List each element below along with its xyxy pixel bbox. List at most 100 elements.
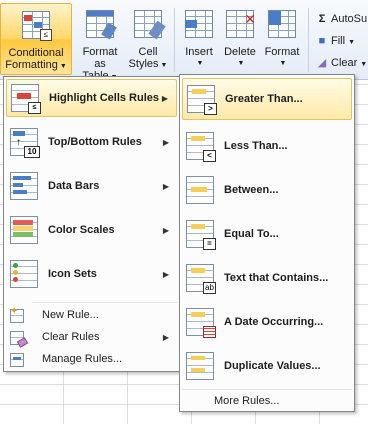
delete-button[interactable]: ✕ Delete ▼ [220, 3, 260, 75]
cell-styles-button[interactable]: Cell Styles ▼ [126, 3, 170, 75]
delete-label-row: Delete [220, 46, 260, 58]
menu-divider [32, 302, 177, 303]
menu-item-label: Highlight Cells Rules [49, 92, 160, 104]
fill-button[interactable]: ■ Fill ▼ [316, 32, 355, 50]
menu-item-label: Clear Rules [42, 331, 100, 343]
format-as-table-icon [84, 8, 117, 40]
highlight-cells-rules-icon: ≤ [11, 84, 41, 114]
between-icon [186, 176, 214, 204]
chevron-right-icon: ▶ [162, 269, 169, 279]
data-bars-icon [10, 172, 38, 200]
chevron-down-icon: ▼ [196, 60, 204, 67]
menu-item-label: Manage Rules... [42, 353, 123, 365]
menu-item-top-bottom-rules[interactable]: ↑ 10 Top/Bottom Rules ▶ [6, 123, 177, 161]
chevron-right-icon: ▶ [162, 137, 169, 147]
autosum-icon: Σ [318, 13, 326, 25]
chevron-down-icon: ▼ [348, 39, 355, 46]
conditional-formatting-icon: ≤ [20, 9, 52, 41]
cell-styles-label-2-row: Styles ▼ [126, 58, 170, 72]
menu-item-label: Between... [224, 184, 279, 196]
menu-item-date-occurring[interactable]: A Date Occurring... [182, 301, 352, 343]
format-as-table-label-1: Format [82, 46, 118, 58]
menu-item-label: Data Bars [48, 180, 100, 192]
conditional-formatting-button[interactable]: ≤ Conditional Formatting ▼ [0, 3, 72, 75]
insert-label: Insert [185, 46, 213, 58]
fill-label: Fill [331, 35, 346, 47]
conditional-formatting-label-1: Conditional [8, 47, 64, 59]
chevron-down-icon: ▼ [279, 60, 287, 67]
chevron-down-icon: ▼ [237, 60, 245, 67]
menu-item-clear-rules[interactable]: Clear Rules ▶ [6, 327, 177, 348]
menu-item-color-scales[interactable]: Color Scales ▶ [6, 211, 177, 249]
insert-button[interactable]: Insert ▼ [178, 3, 220, 75]
ribbon-group-divider [174, 8, 175, 72]
menu-item-manage-rules[interactable]: Manage Rules... [6, 349, 177, 369]
format-label-row: Format [261, 46, 303, 58]
top-bottom-rules-icon: ↑ 10 [10, 128, 40, 158]
menu-item-icon-sets[interactable]: Icon Sets ▶ [6, 255, 177, 293]
chevron-right-icon: ▶ [162, 181, 169, 191]
ribbon-group-divider [308, 8, 309, 72]
menu-item-between[interactable]: Between... [182, 169, 352, 211]
menu-item-equal-to[interactable]: = Equal To... [182, 213, 352, 255]
cell-styles-icon [132, 8, 166, 40]
menu-item-new-rule[interactable]: ✦ New Rule... [6, 305, 177, 325]
menu-item-label: New Rule... [42, 309, 99, 321]
format-button[interactable]: Format ▼ [261, 3, 303, 75]
menu-item-text-contains[interactable]: ab Text that Contains... [182, 257, 352, 299]
clear-label: Clear [331, 57, 358, 69]
format-as-table-button[interactable]: Format as Table▼ [76, 3, 124, 82]
greater-than-icon: > [187, 85, 217, 115]
duplicate-values-icon [186, 352, 214, 380]
chevron-right-icon: ▶ [162, 225, 169, 235]
menu-item-label: More Rules... [214, 395, 280, 407]
menu-item-label: Icon Sets [48, 268, 97, 280]
text-contains-icon: ab [186, 264, 216, 294]
delete-label: Delete [224, 46, 256, 58]
cell-styles-label-2: Styles [128, 58, 159, 70]
delete-cells-icon: ✕ [224, 8, 256, 40]
chevron-down-icon: ▼ [360, 61, 368, 68]
ribbon-home-tab: ≤ Conditional Formatting▼ Format as Tabl… [0, 0, 368, 82]
menu-item-label: Duplicate Values... [224, 360, 321, 372]
menu-item-label: Text that Contains... [224, 272, 329, 284]
insert-cells-icon [183, 8, 215, 40]
clear-icon: ◢ [317, 57, 327, 69]
menu-divider [182, 389, 352, 390]
fill-icon: ■ [318, 35, 326, 47]
new-rule-icon: ✦ [10, 307, 26, 323]
highlight-cells-rules-submenu: > Greater Than... < Less Than... Between… [179, 74, 355, 412]
menu-item-label: Top/Bottom Rules [48, 136, 142, 148]
color-scales-icon [10, 216, 38, 244]
menu-item-greater-than[interactable]: > Greater Than... [182, 78, 352, 120]
cell-styles-label-1: Cell [138, 46, 158, 58]
chevron-right-icon: ▶ [161, 93, 168, 103]
date-occurring-icon [186, 308, 216, 338]
chevron-down-icon: ▼ [59, 63, 67, 70]
autosum-button[interactable]: Σ AutoSu [316, 10, 367, 28]
menu-item-less-than[interactable]: < Less Than... [182, 125, 352, 167]
autosum-label: AutoSu [331, 13, 368, 25]
format-cells-icon [266, 8, 298, 40]
clear-rules-icon [10, 329, 29, 348]
insert-label-row: Insert [178, 46, 220, 58]
conditional-formatting-label-2-row: Formatting ▼ [1, 59, 71, 73]
menu-item-more-rules[interactable]: More Rules... [182, 391, 352, 411]
less-than-icon: < [186, 132, 216, 162]
menu-item-data-bars[interactable]: Data Bars ▶ [6, 167, 177, 205]
menu-item-label: Less Than... [224, 140, 288, 152]
menu-item-label: Color Scales [48, 224, 115, 236]
chevron-down-icon: ▼ [160, 62, 168, 69]
format-label: Format [264, 46, 300, 58]
menu-item-label: Greater Than... [225, 93, 303, 105]
menu-item-duplicate-values[interactable]: Duplicate Values... [182, 345, 352, 387]
icon-sets-icon [10, 260, 38, 288]
clear-button[interactable]: ◢ Clear ▼ [316, 54, 367, 72]
conditional-formatting-menu: ≤ Highlight Cells Rules ▶ ↑ 10 Top/Botto… [3, 76, 180, 372]
chevron-right-icon: ▶ [162, 332, 169, 342]
menu-item-highlight-cells-rules[interactable]: ≤ Highlight Cells Rules ▶ [6, 79, 177, 117]
manage-rules-icon [10, 351, 26, 367]
conditional-formatting-label-2: Formatting [5, 59, 58, 71]
menu-item-label: A Date Occurring... [224, 316, 324, 328]
equal-to-icon: = [186, 220, 216, 250]
